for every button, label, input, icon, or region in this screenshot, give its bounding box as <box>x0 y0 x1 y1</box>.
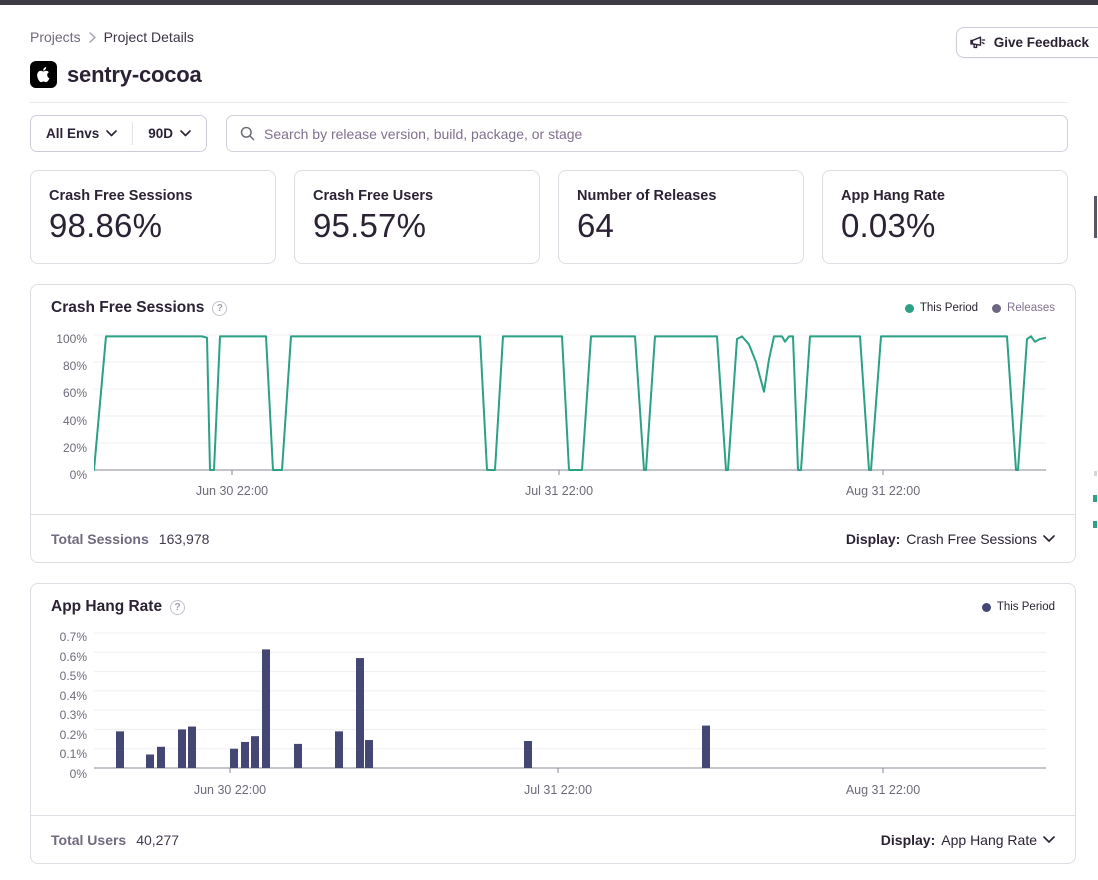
apple-icon <box>30 61 57 88</box>
stat-value: 98.86% <box>49 207 257 245</box>
y-axis-labels: 100% 80% 60% 40% 20% 0% <box>31 332 87 482</box>
stat-card-app-hang-rate: App Hang Rate 0.03% <box>822 170 1068 264</box>
x-axis-labels: Jun 30 22:00 Jul 31 22:00 Aug 31 22:00 <box>31 783 1075 799</box>
y-tick-label: 0.4% <box>60 689 87 703</box>
environment-filter-button[interactable]: All Envs <box>31 116 132 151</box>
y-tick-label: 0.3% <box>60 708 87 722</box>
total-sessions-value: 163,978 <box>159 531 210 547</box>
display-metric-select[interactable]: Display: Crash Free Sessions <box>846 531 1055 547</box>
chart-footer: Total Users 40,277 Display: App Hang Rat… <box>31 815 1075 863</box>
legend-item[interactable]: This Period <box>905 302 978 314</box>
total-sessions-label: Total Sessions <box>51 531 149 547</box>
y-tick-label: 20% <box>63 441 87 455</box>
search-icon <box>240 126 255 141</box>
project-title-row: sentry-cocoa <box>30 61 1068 88</box>
search-input[interactable] <box>264 126 1054 142</box>
total-users-label: Total Users <box>51 832 126 848</box>
stat-card-number-of-releases: Number of Releases 64 <box>558 170 804 264</box>
legend-label: Releases <box>1007 302 1055 314</box>
y-tick-label: 0.5% <box>60 669 87 683</box>
x-tick-label: Jun 30 22:00 <box>194 783 266 797</box>
chevron-down-icon <box>106 130 117 137</box>
give-feedback-button[interactable]: Give Feedback <box>956 27 1098 58</box>
chart-legend: This Period <box>982 598 1055 613</box>
help-icon[interactable]: ? <box>170 600 185 615</box>
legend-dot <box>982 603 991 612</box>
stat-value: 0.03% <box>841 207 1049 245</box>
legend-item[interactable]: This Period <box>982 601 1055 613</box>
x-tick-label: Jul 31 22:00 <box>524 783 592 797</box>
display-selected-value: App Hang Rate <box>941 832 1037 848</box>
chevron-right-icon <box>89 32 96 43</box>
breadcrumb: Projects Project Details <box>30 29 1068 45</box>
chevron-down-icon <box>1043 836 1055 844</box>
stat-cards-row: Crash Free Sessions 98.86% Crash Free Us… <box>30 170 1068 264</box>
y-axis-labels: 0.7% 0.6% 0.5% 0.4% 0.3% 0.2% 0.1% 0% <box>31 630 87 781</box>
chevron-down-icon <box>180 130 191 137</box>
chevron-down-icon <box>1043 535 1055 543</box>
stat-value: 95.57% <box>313 207 521 245</box>
x-tick-label: Aug 31 22:00 <box>846 484 920 498</box>
stat-value: 64 <box>577 207 785 245</box>
x-tick-label: Jul 31 22:00 <box>525 484 593 498</box>
line-chart-canvas[interactable] <box>94 331 1046 477</box>
y-tick-label: 60% <box>63 386 87 400</box>
chart-title: App Hang Rate <box>51 598 162 616</box>
megaphone-icon <box>970 35 986 50</box>
y-tick-label: 0.2% <box>60 728 87 742</box>
app-hang-rate-panel: App Hang Rate ? This Period 0.7% 0.6% 0.5%… <box>30 583 1076 864</box>
legend-item[interactable]: Releases <box>992 302 1055 314</box>
y-tick-label: 0.1% <box>60 747 87 761</box>
environment-filter-label: All Envs <box>46 126 99 141</box>
stat-label: App Hang Rate <box>841 188 1049 204</box>
breadcrumb-current: Project Details <box>104 29 194 45</box>
bar-chart-canvas[interactable] <box>94 629 1046 775</box>
stat-label: Crash Free Users <box>313 188 521 204</box>
crash-free-sessions-panel: Crash Free Sessions ? This Period Release… <box>30 284 1076 563</box>
y-tick-label: 80% <box>63 359 87 373</box>
help-icon[interactable]: ? <box>212 301 227 316</box>
y-tick-label: 0.6% <box>60 650 87 664</box>
release-search-box[interactable] <box>226 115 1068 152</box>
display-label: Display: <box>881 832 935 848</box>
filter-bar: All Envs 90D <box>30 115 1068 152</box>
stat-label: Crash Free Sessions <box>49 188 257 204</box>
page-title: sentry-cocoa <box>67 62 202 88</box>
total-users-value: 40,277 <box>136 832 179 848</box>
date-range-filter-button[interactable]: 90D <box>133 116 206 151</box>
legend-label: This Period <box>920 302 978 314</box>
filter-button-group: All Envs 90D <box>30 115 207 152</box>
chart-title: Crash Free Sessions <box>51 299 204 317</box>
x-tick-label: Aug 31 22:00 <box>846 783 920 797</box>
legend-dot <box>992 304 1001 313</box>
stat-card-crash-free-users: Crash Free Users 95.57% <box>294 170 540 264</box>
display-label: Display: <box>846 531 900 547</box>
give-feedback-label: Give Feedback <box>994 35 1089 50</box>
chart-legend: This Period Releases <box>905 299 1055 314</box>
breadcrumb-projects-link[interactable]: Projects <box>30 29 81 45</box>
y-tick-label: 0.7% <box>60 630 87 644</box>
page-header: Projects Project Details Give Feedback s… <box>0 5 1098 103</box>
y-tick-label: 100% <box>56 332 87 346</box>
legend-label: This Period <box>997 601 1055 613</box>
x-tick-label: Jun 30 22:00 <box>196 484 268 498</box>
y-tick-label: 40% <box>63 414 87 428</box>
stat-label: Number of Releases <box>577 188 785 204</box>
stat-card-crash-free-sessions: Crash Free Sessions 98.86% <box>30 170 276 264</box>
legend-dot <box>905 304 914 313</box>
display-selected-value: Crash Free Sessions <box>906 531 1037 547</box>
y-tick-label: 0% <box>70 468 87 482</box>
display-metric-select[interactable]: Display: App Hang Rate <box>881 832 1055 848</box>
date-range-filter-label: 90D <box>148 126 173 141</box>
chart-footer: Total Sessions 163,978 Display: Crash Fr… <box>31 514 1075 562</box>
header-divider <box>30 102 1068 103</box>
y-tick-label: 0% <box>70 767 87 781</box>
x-axis-labels: Jun 30 22:00 Jul 31 22:00 Aug 31 22:00 <box>31 484 1075 500</box>
